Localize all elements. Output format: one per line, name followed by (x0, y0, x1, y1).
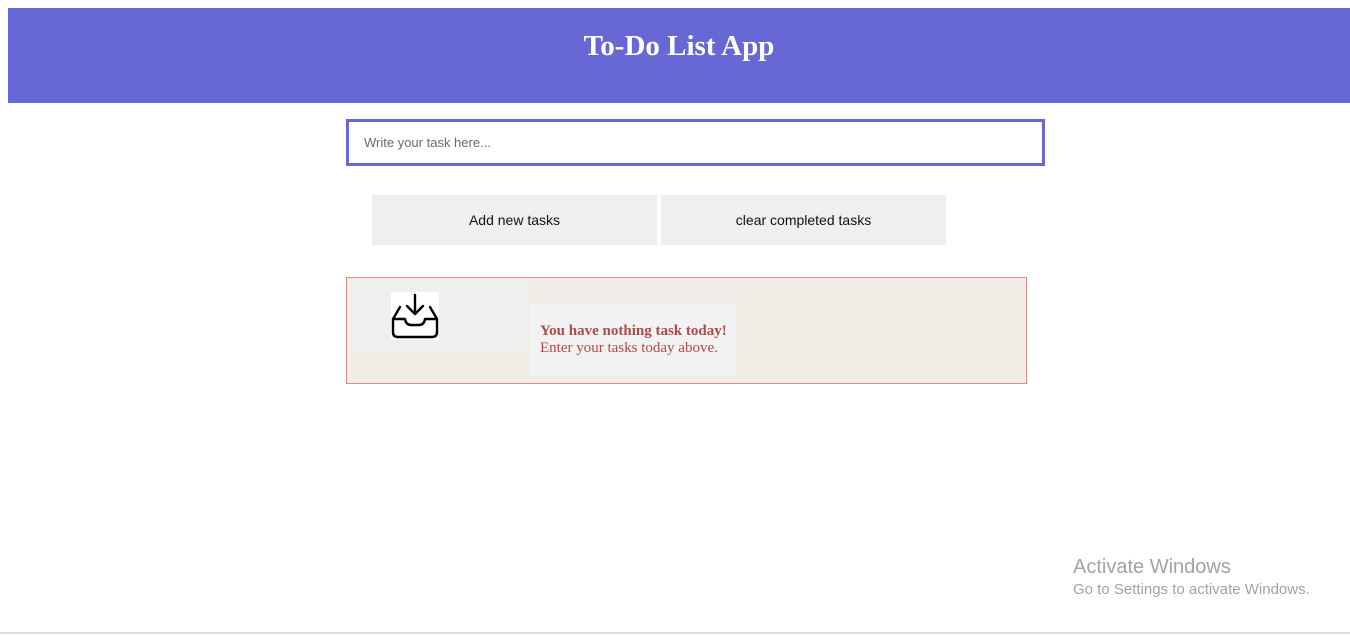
app-header: To-Do List App (8, 8, 1350, 103)
page: To-Do List App Add new tasks clear compl… (0, 0, 1350, 635)
app-title: To-Do List App (583, 30, 775, 62)
empty-task-list: You have nothing task today! Enter your … (346, 277, 1027, 384)
task-input[interactable] (346, 119, 1045, 166)
activate-windows-watermark: Activate Windows Go to Settings to activ… (1073, 555, 1310, 601)
clear-completed-button[interactable]: clear completed tasks (661, 195, 946, 245)
add-task-button[interactable]: Add new tasks (372, 195, 657, 245)
empty-message-panel: You have nothing task today! Enter your … (530, 303, 736, 376)
inbox-download-icon (391, 292, 439, 340)
empty-message-subtitle: Enter your tasks today above. (540, 340, 718, 356)
empty-message-title: You have nothing task today! (540, 323, 727, 339)
bottom-divider (0, 632, 1350, 634)
watermark-subtitle: Go to Settings to activate Windows. (1073, 581, 1310, 598)
empty-icon-panel (352, 280, 525, 350)
watermark-title: Activate Windows (1073, 556, 1231, 578)
